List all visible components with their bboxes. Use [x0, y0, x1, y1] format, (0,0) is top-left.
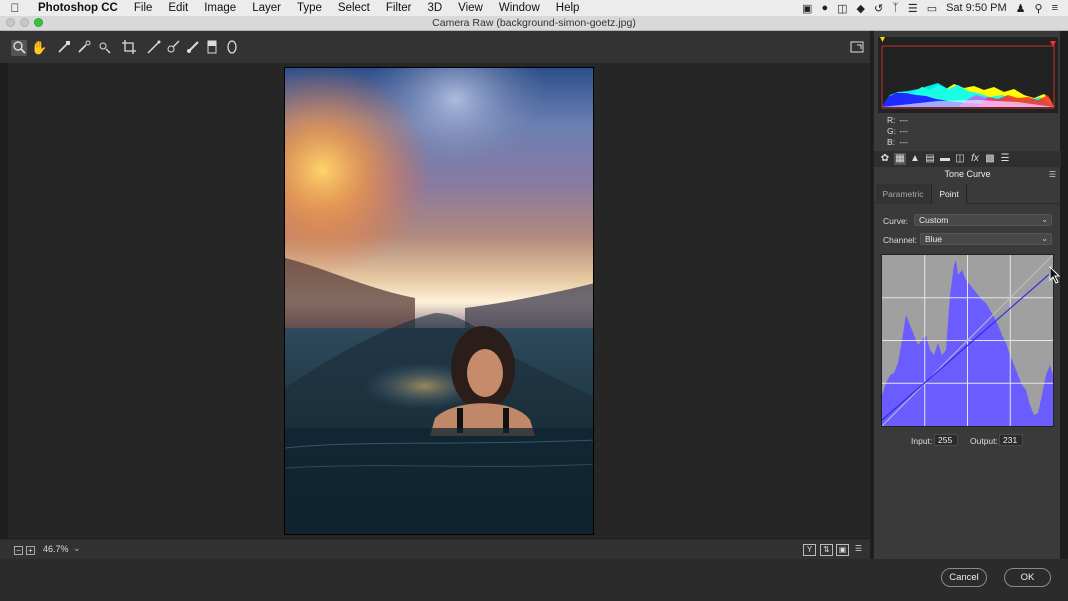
copy-settings-button[interactable]: ▣ — [836, 544, 849, 556]
basic-panel-icon[interactable]: ✿ — [879, 153, 891, 165]
hsl-panel-icon[interactable]: ▤ — [924, 153, 936, 165]
adjustment-brush-tool-icon[interactable] — [185, 40, 201, 56]
cancel-button[interactable]: Cancel — [941, 568, 987, 587]
r-value: --- — [899, 115, 908, 125]
channel-select-value: Blue — [925, 234, 943, 244]
b-value: --- — [899, 137, 908, 147]
effects-panel-icon[interactable]: fx — [969, 153, 981, 165]
channel-label: Channel: — [883, 235, 918, 245]
menu-select[interactable]: Select — [330, 0, 378, 16]
menu-bar:  Photoshop CC File Edit Image Layer Typ… — [0, 0, 1068, 16]
tone-curve-graph[interactable] — [881, 254, 1054, 427]
curve-select-value: Custom — [919, 215, 949, 225]
g-value: --- — [899, 126, 908, 136]
ok-button[interactable]: OK — [1004, 568, 1051, 587]
chevron-down-icon[interactable]: ⌄ — [73, 543, 81, 554]
zoom-level[interactable]: 46.7% — [43, 544, 69, 554]
adjustment-panel: R: --- G: --- B: --- ✿ ▦ ▲ ▤ ▬ ◫ fx ▩ ☰ … — [873, 31, 1061, 559]
panel-title: Tone Curve — [944, 169, 991, 179]
mouse-cursor-icon — [1049, 265, 1061, 284]
notification-center-icon[interactable]: ≡ — [1052, 2, 1058, 14]
menu-edit[interactable]: Edit — [160, 0, 196, 16]
tone-curve-tabs: Parametric Point — [874, 184, 1061, 204]
display-icon[interactable]: ◫ — [837, 2, 847, 15]
crop-tool-icon[interactable] — [121, 40, 137, 56]
canvas-status-bar: − + 46.7% ⌄ Y ⇅ ▣ ☰ — [0, 539, 870, 559]
targeted-adjustment-tool-icon[interactable] — [96, 40, 112, 56]
curve-select[interactable]: Custom ⌄ — [914, 214, 1052, 226]
apple-icon[interactable]:  — [0, 1, 30, 15]
panel-menu-icon[interactable]: ☰ — [1049, 170, 1056, 179]
chevron-down-icon: ⌄ — [1041, 215, 1048, 224]
tab-point[interactable]: Point — [931, 184, 967, 204]
time-machine-icon[interactable]: ↺ — [874, 2, 883, 15]
output-value-field[interactable]: 231 — [999, 434, 1023, 446]
image-canvas[interactable] — [8, 63, 870, 538]
channel-select[interactable]: Blue ⌄ — [920, 233, 1052, 245]
panel-tabs-strip: ✿ ▦ ▲ ▤ ▬ ◫ fx ▩ ☰ — [874, 151, 1061, 167]
color-sampler-tool-icon[interactable] — [76, 40, 92, 56]
output-label: Output: — [970, 436, 998, 446]
rgb-readout: R: --- G: --- B: --- — [887, 115, 908, 148]
menu-type[interactable]: Type — [289, 0, 330, 16]
graduated-filter-tool-icon[interactable] — [204, 40, 220, 56]
histogram — [878, 37, 1058, 113]
tone-curve-panel-icon[interactable]: ▦ — [894, 153, 906, 165]
menu-3d[interactable]: 3D — [419, 0, 450, 16]
r-label: R: — [887, 115, 896, 125]
input-label: Input: — [911, 436, 933, 446]
white-balance-tool-icon[interactable] — [56, 40, 72, 56]
window-title: Camera Raw (background-simon-goetz.jpg) — [432, 17, 636, 29]
presets-panel-icon[interactable]: ☰ — [999, 153, 1011, 165]
before-after-toggle-button[interactable]: Y — [803, 544, 816, 556]
g-label: G: — [887, 126, 896, 136]
zoom-tool-icon[interactable] — [11, 40, 27, 56]
window-title-bar: Camera Raw (background-simon-goetz.jpg) — [0, 16, 1068, 31]
dropbox-icon[interactable]: ◆ — [857, 2, 865, 15]
zoom-in-button[interactable]: + — [26, 546, 35, 555]
detail-panel-icon[interactable]: ▲ — [909, 153, 921, 165]
airplay-icon[interactable]: ▭ — [927, 2, 937, 15]
menu-help[interactable]: Help — [548, 0, 588, 16]
menu-image[interactable]: Image — [196, 0, 244, 16]
input-value-field[interactable]: 255 — [934, 434, 958, 446]
camera-raw-toolbar: ✋ — [0, 31, 870, 63]
split-toning-panel-icon[interactable]: ▬ — [939, 153, 951, 165]
b-label: B: — [887, 137, 896, 147]
curve-label: Curve: — [883, 216, 909, 226]
dialog-footer: Cancel OK — [0, 559, 1068, 601]
fullscreen-toggle-icon[interactable] — [849, 40, 865, 56]
spotlight-search-icon[interactable]: ⚲ — [1035, 2, 1043, 15]
zoom-out-button[interactable]: − — [14, 546, 23, 555]
radial-filter-tool-icon[interactable] — [224, 40, 240, 56]
screen-record-icon[interactable]: ▣ — [802, 2, 812, 15]
menu-file[interactable]: File — [126, 0, 161, 16]
chevron-down-icon: ⌄ — [1041, 234, 1048, 243]
menu-filter[interactable]: Filter — [378, 0, 420, 16]
user-icon[interactable]: ♟ — [1016, 2, 1026, 15]
preview-image — [284, 67, 594, 535]
bluetooth-icon[interactable]: ᛉ — [892, 2, 899, 14]
spot-removal-tool-icon[interactable] — [165, 40, 181, 56]
preview-preferences-icon[interactable]: ☰ — [852, 544, 865, 556]
shadow-clipping-warning-icon[interactable] — [880, 37, 885, 42]
lens-corrections-panel-icon[interactable]: ◫ — [954, 153, 966, 165]
hand-tool-icon[interactable]: ✋ — [31, 40, 47, 56]
wifi-icon[interactable]: ☰ — [908, 2, 918, 15]
clock-text[interactable]: Sat 9:50 PM — [946, 2, 1007, 14]
camera-calibration-panel-icon[interactable]: ▩ — [984, 153, 996, 165]
tab-parametric[interactable]: Parametric — [876, 184, 930, 204]
swap-settings-button[interactable]: ⇅ — [820, 544, 833, 556]
menu-layer[interactable]: Layer — [244, 0, 289, 16]
creative-cloud-icon[interactable]: ● — [821, 2, 828, 14]
menu-view[interactable]: View — [450, 0, 491, 16]
menu-window[interactable]: Window — [491, 0, 548, 16]
menu-app-name[interactable]: Photoshop CC — [30, 0, 126, 16]
straighten-tool-icon[interactable] — [146, 40, 162, 56]
